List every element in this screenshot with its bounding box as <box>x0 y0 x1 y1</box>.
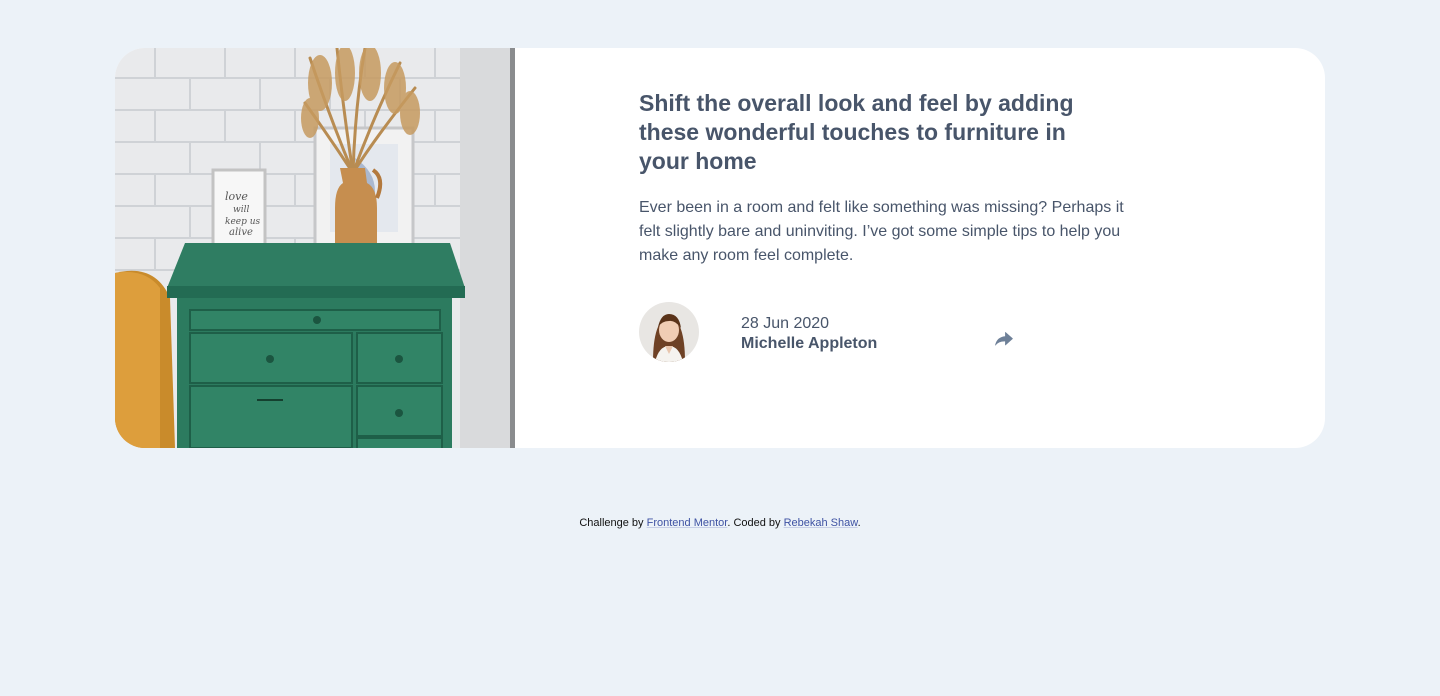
footer-end-text: . <box>857 517 861 529</box>
author-link[interactable]: Rebekah Shaw <box>784 517 858 529</box>
svg-text:alive: alive <box>229 227 253 238</box>
card-content: Shift the overall look and feel by addin… <box>515 48 1325 448</box>
svg-text:love: love <box>225 190 248 203</box>
author-name: Michelle Appleton <box>741 335 878 352</box>
share-icon <box>995 332 1013 346</box>
footer-challenge-text: Challenge by <box>579 517 644 529</box>
footer-coded-text: . Coded by <box>727 517 781 529</box>
author-avatar <box>639 302 699 362</box>
share-button[interactable] <box>989 324 1019 354</box>
svg-text:will: will <box>233 205 249 215</box>
drawers-illustration: love will keep us alive <box>115 48 515 448</box>
article-date: 28 Jun 2020 <box>741 315 830 332</box>
drawers-photo: love will keep us alive <box>115 48 515 448</box>
article-description: Ever been in a room and felt like someth… <box>639 199 1124 264</box>
avatar-photo <box>639 302 699 362</box>
article-card: love will keep us alive Shift the overal… <box>115 48 1325 448</box>
frontend-mentor-link[interactable]: Frontend Mentor <box>647 517 728 529</box>
svg-text:keep us: keep us <box>225 217 261 227</box>
attribution-footer: Challenge by Frontend Mentor. Coded by R… <box>0 517 1440 529</box>
article-title: Shift the overall look and feel by addin… <box>639 90 1074 174</box>
